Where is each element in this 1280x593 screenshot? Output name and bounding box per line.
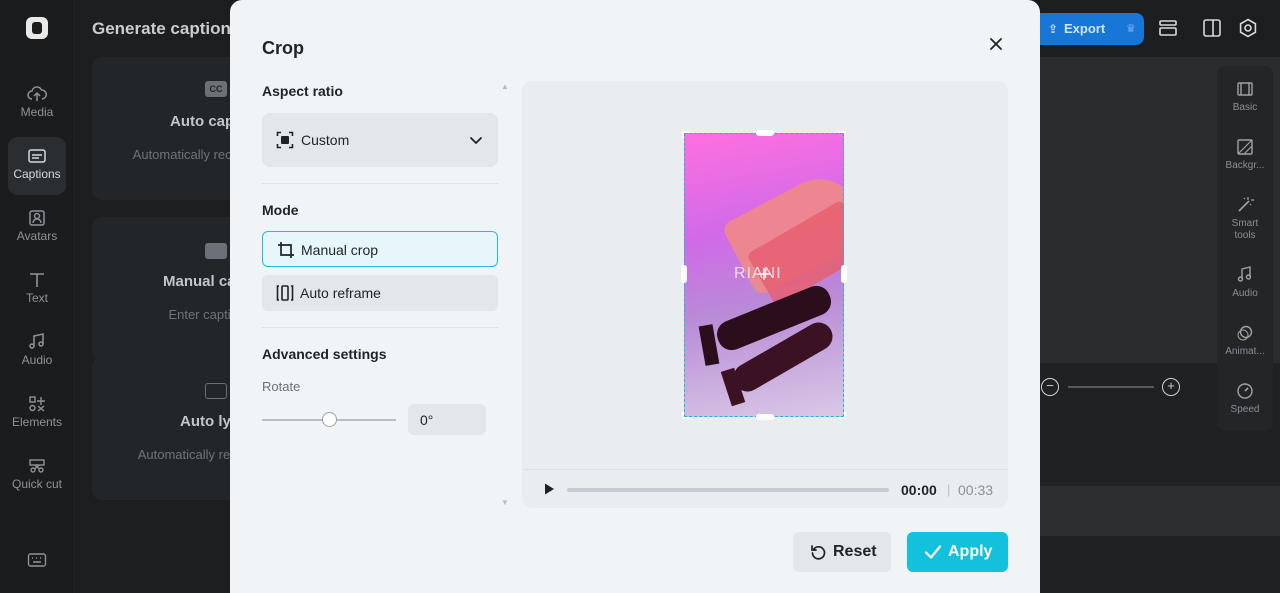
app-logo bbox=[26, 17, 48, 39]
rail-item-captions[interactable]: Captions bbox=[8, 137, 66, 195]
rail-item-text[interactable]: Text bbox=[8, 261, 66, 319]
lyrics-icon bbox=[205, 383, 227, 399]
total-time: 00:33 bbox=[958, 482, 994, 498]
background-icon bbox=[1236, 138, 1254, 156]
time-separator: | bbox=[947, 482, 951, 497]
speedometer-icon bbox=[1236, 382, 1254, 400]
rotate-slider-thumb[interactable] bbox=[322, 412, 337, 427]
timeline-track bbox=[1040, 486, 1280, 536]
modal-title: Crop bbox=[262, 38, 304, 58]
rail-item-media[interactable]: Media bbox=[8, 75, 66, 133]
export-button[interactable]: ⇪ Export ♛ bbox=[1034, 13, 1144, 45]
crown-icon: ♛ bbox=[1126, 23, 1136, 35]
crop-handle-bottom[interactable] bbox=[756, 414, 774, 420]
aspect-ratio-select[interactable]: Custom bbox=[262, 113, 498, 167]
checkmark-icon bbox=[924, 544, 942, 560]
playback-progress[interactable] bbox=[567, 488, 889, 492]
upload-icon: ⇪ bbox=[1048, 22, 1059, 36]
crop-handle-bottom-left[interactable] bbox=[682, 411, 690, 419]
scissors-icon bbox=[27, 457, 47, 475]
rail-item-avatars[interactable]: Avatars bbox=[8, 199, 66, 257]
animation-icon bbox=[1236, 324, 1254, 342]
reset-button[interactable]: Reset bbox=[793, 532, 891, 572]
playback-bar: 00:00 | 00:33 bbox=[522, 469, 1008, 508]
prop-background[interactable]: Backgr... bbox=[1217, 138, 1273, 172]
settings-gear-icon[interactable] bbox=[1238, 18, 1258, 38]
current-time: 00:00 bbox=[901, 482, 937, 498]
advanced-settings-heading: Advanced settings bbox=[262, 346, 387, 362]
film-icon bbox=[1236, 80, 1254, 98]
crop-handle-left[interactable] bbox=[681, 265, 687, 283]
prop-speed[interactable]: Speed bbox=[1217, 382, 1273, 416]
music-note-icon bbox=[1236, 266, 1254, 284]
divider bbox=[262, 183, 498, 184]
music-note-icon bbox=[27, 333, 47, 351]
scroll-down-icon[interactable]: ▼ bbox=[501, 498, 509, 507]
prop-animation[interactable]: Animat... bbox=[1217, 324, 1273, 358]
split-layout-icon[interactable] bbox=[1202, 18, 1222, 38]
keyboard-caption-icon bbox=[205, 243, 227, 259]
layers-icon[interactable] bbox=[1158, 18, 1178, 38]
divider bbox=[262, 327, 498, 328]
left-rail: Media Captions Avatars Text Audio Elemen… bbox=[0, 0, 75, 593]
crop-handle-right[interactable] bbox=[841, 265, 847, 283]
crop-handle-top-right[interactable] bbox=[838, 131, 846, 139]
auto-reframe-button[interactable]: Auto reframe bbox=[262, 275, 498, 311]
aspect-ratio-heading: Aspect ratio bbox=[262, 83, 343, 99]
elements-icon bbox=[27, 395, 47, 413]
scroll-up-icon[interactable]: ▲ bbox=[501, 82, 509, 91]
crop-preview: RIANI bbox=[522, 81, 1008, 469]
reset-icon bbox=[810, 544, 827, 561]
prop-audio[interactable]: Audio bbox=[1217, 266, 1273, 300]
cloud-upload-icon bbox=[27, 85, 47, 103]
magic-wand-icon bbox=[1236, 196, 1254, 214]
prop-smart-tools[interactable]: Smart tools bbox=[1217, 196, 1273, 242]
properties-rail: Basic Backgr... Smart tools Audio Animat… bbox=[1217, 66, 1273, 431]
keyboard-icon[interactable] bbox=[27, 552, 47, 568]
rail-item-quick-cut[interactable]: Quick cut bbox=[8, 447, 66, 513]
auto-captions-card[interactable]: CC Auto cap Automatically recog videos bbox=[92, 57, 252, 200]
crop-icon bbox=[277, 241, 295, 259]
captions-icon bbox=[27, 147, 47, 165]
close-icon[interactable] bbox=[986, 34, 1006, 54]
cc-icon: CC bbox=[205, 81, 227, 97]
panel-title: Generate captions bbox=[92, 19, 241, 38]
crop-handle-top-left[interactable] bbox=[682, 131, 690, 139]
manual-captions-card[interactable]: Manual ca Enter captions bbox=[92, 217, 252, 360]
crop-modal: Crop ▲ ▼ Aspect ratio Custom Mode Manual… bbox=[230, 0, 1040, 593]
crosshair-icon bbox=[758, 267, 770, 280]
zoom-slider[interactable] bbox=[1068, 386, 1154, 388]
rotate-input[interactable] bbox=[408, 404, 486, 435]
crop-handle-top[interactable] bbox=[756, 130, 774, 136]
prop-basic[interactable]: Basic bbox=[1217, 80, 1273, 114]
rail-item-elements[interactable]: Elements bbox=[8, 385, 66, 443]
crop-handle-bottom-right[interactable] bbox=[838, 411, 846, 419]
apply-button[interactable]: Apply bbox=[907, 532, 1008, 572]
mode-heading: Mode bbox=[262, 202, 299, 218]
chevron-down-icon bbox=[469, 133, 483, 147]
play-icon[interactable] bbox=[542, 482, 556, 496]
auto-reframe-icon bbox=[276, 284, 294, 302]
avatar-icon bbox=[27, 209, 47, 227]
text-icon bbox=[27, 271, 47, 289]
aspect-ratio-icon bbox=[276, 131, 294, 149]
auto-lyrics-card[interactable]: Auto lyr Automatically reco songs bbox=[92, 357, 252, 500]
rotate-label: Rotate bbox=[262, 379, 301, 394]
rail-item-audio[interactable]: Audio bbox=[8, 323, 66, 381]
zoom-out-icon[interactable]: − bbox=[1041, 378, 1059, 396]
zoom-in-icon[interactable]: + bbox=[1162, 378, 1180, 396]
manual-crop-button[interactable]: Manual crop bbox=[262, 231, 498, 267]
